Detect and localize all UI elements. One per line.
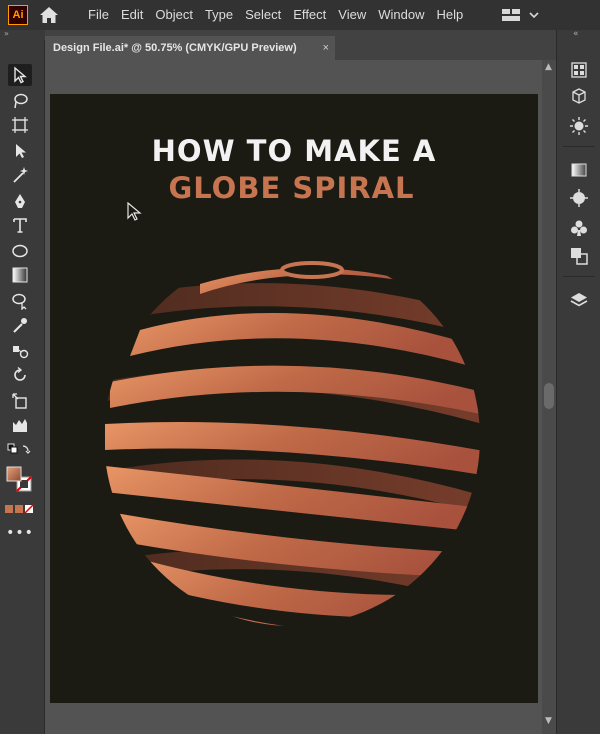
main-menu: File Edit Object Type Select Effect View…: [82, 0, 469, 30]
dock-collapse-icon[interactable]: «: [573, 29, 579, 39]
document-tab-title: Design File.ai* @ 50.75% (CMYK/GPU Previ…: [53, 42, 297, 54]
graph-icon: [13, 419, 27, 432]
more-icon: •••: [6, 525, 34, 541]
layers-icon[interactable]: [569, 290, 589, 310]
selection-arrow-icon: [14, 66, 27, 84]
artwork-title-line2: GLOBE SPIRAL: [168, 171, 415, 205]
vertical-scrollbar[interactable]: ▲ ▼: [542, 60, 556, 734]
app-logo: Ai: [8, 5, 28, 25]
blend-tool[interactable]: [8, 340, 32, 362]
collapse-arrows-icon[interactable]: »: [4, 29, 9, 38]
menu-help[interactable]: Help: [430, 0, 469, 30]
scale-tool[interactable]: [8, 390, 32, 412]
blend-icon: [13, 346, 29, 359]
libraries-icon[interactable]: [569, 86, 589, 106]
rotate-tool[interactable]: [8, 364, 32, 386]
gradient-panel-icon[interactable]: [569, 160, 589, 180]
swap-colors[interactable]: [4, 440, 34, 462]
menu-file[interactable]: File: [82, 0, 115, 30]
ellipse-tool[interactable]: [8, 240, 32, 262]
sun-icon[interactable]: [569, 116, 589, 136]
dock-separator: [563, 146, 595, 147]
menu-view[interactable]: View: [332, 0, 372, 30]
menu-type[interactable]: Type: [199, 0, 239, 30]
color-mode[interactable]: [4, 498, 34, 520]
menu-edit[interactable]: Edit: [115, 0, 149, 30]
type-t-icon: [13, 218, 27, 233]
document-tab[interactable]: Design File.ai* @ 50.75% (CMYK/GPU Previ…: [45, 36, 335, 60]
mouse-cursor-icon: [127, 202, 142, 221]
scroll-up-icon[interactable]: ▲: [545, 62, 552, 72]
artboard-tool[interactable]: [8, 114, 32, 136]
menu-window[interactable]: Window: [372, 0, 430, 30]
color-mode-icons: [5, 504, 34, 514]
appearance-icon[interactable]: [569, 188, 589, 208]
perspective-tool[interactable]: [8, 414, 32, 436]
menu-select[interactable]: Select: [239, 0, 287, 30]
panel-dock: «: [556, 29, 600, 734]
selection-tool[interactable]: [8, 64, 32, 86]
eyedropper-tool[interactable]: [8, 314, 32, 336]
more-tools[interactable]: •••: [6, 522, 34, 544]
properties-icon[interactable]: [569, 60, 589, 80]
menu-object[interactable]: Object: [149, 0, 199, 30]
fill-stroke[interactable]: [4, 464, 34, 494]
menu-bar: Ai File Edit Object Type Select Effect V…: [0, 0, 600, 30]
home-icon[interactable]: [39, 6, 59, 24]
shape-builder-icon: [12, 293, 27, 310]
dock-separator: [563, 276, 595, 277]
type-tool[interactable]: [8, 214, 32, 236]
fill-stroke-swatch-icon: [6, 466, 32, 492]
gradient-icon: [12, 267, 28, 283]
eyedropper-icon: [13, 318, 27, 333]
ellipse-icon: [12, 244, 28, 258]
swap-colors-icon: [7, 443, 31, 454]
symbols-icon[interactable]: [569, 218, 589, 238]
artboard-icon: [12, 117, 28, 133]
scroll-down-icon[interactable]: ▼: [545, 716, 552, 726]
lasso-icon: [14, 93, 28, 109]
scrollbar-thumb[interactable]: [544, 383, 554, 409]
document-tab-bar: Design File.ai* @ 50.75% (CMYK/GPU Previ…: [45, 30, 556, 60]
workspace-switcher-icon[interactable]: [500, 7, 540, 23]
rotate-icon: [14, 366, 26, 381]
shape-builder-tool[interactable]: [8, 290, 32, 312]
scale-icon: [12, 393, 27, 409]
menu-effect[interactable]: Effect: [287, 0, 332, 30]
pathfinder-icon[interactable]: [569, 246, 589, 266]
toolbar-header: »: [0, 29, 45, 40]
direct-selection-tool[interactable]: [8, 90, 32, 112]
close-icon[interactable]: ×: [323, 36, 329, 60]
gradient-tool[interactable]: [8, 264, 32, 286]
artwork-title-line1: HOW TO MAKE A: [151, 134, 437, 168]
